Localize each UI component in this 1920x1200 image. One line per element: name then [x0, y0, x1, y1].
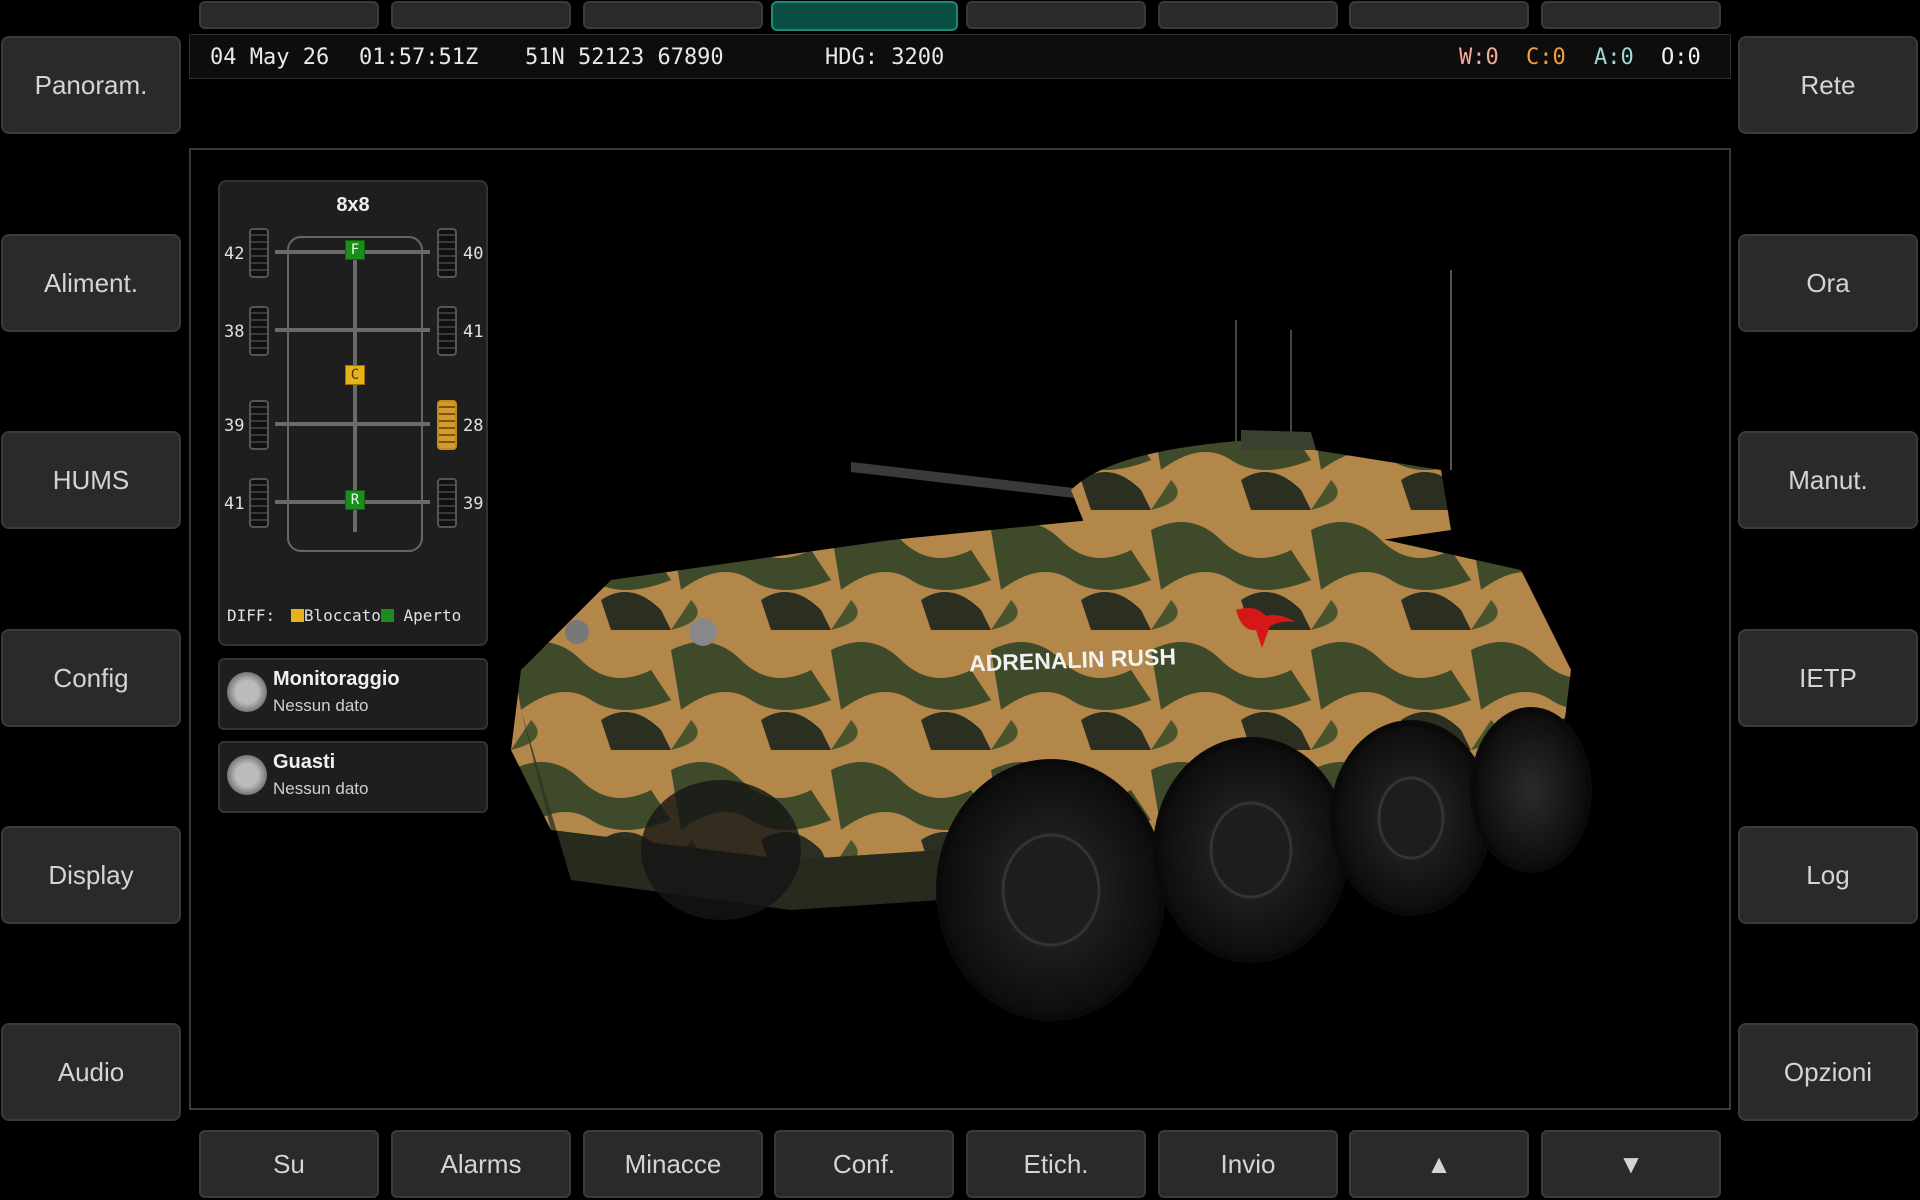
alarms-button[interactable]: Alarms: [391, 1130, 571, 1198]
hums-button[interactable]: HUMS: [1, 431, 181, 529]
labels-button[interactable]: Etich.: [966, 1130, 1146, 1198]
threats-button[interactable]: Minacce: [583, 1130, 763, 1198]
drivetrain-panel: 8x8 42 38 39 41 40 41 28 39 F C R DIFF: …: [218, 180, 488, 646]
date-readout: 04 May 26: [210, 45, 330, 70]
top-tab-1[interactable]: [199, 1, 379, 29]
tyre-right-4: [437, 478, 457, 528]
legend-locked-text: Bloccato: [303, 606, 381, 625]
display-button[interactable]: Display: [1, 826, 181, 924]
top-tab-4-active[interactable]: [771, 1, 958, 31]
tyre-pressure-right-1: 40: [463, 244, 484, 264]
log-button[interactable]: Log: [1738, 826, 1918, 924]
options-button[interactable]: Opzioni: [1738, 1023, 1918, 1121]
time-button[interactable]: Ora: [1738, 234, 1918, 332]
tyre-right-3-warning: [437, 400, 457, 450]
tyre-pressure-right-2: 41: [463, 322, 484, 342]
top-tab-6[interactable]: [1158, 1, 1338, 29]
monitoring-card[interactable]: Monitoraggio Nessun dato: [218, 658, 488, 730]
tyre-pressure-left-1: 42: [224, 244, 245, 264]
axle-2: [275, 328, 430, 332]
tyre-left-1: [249, 228, 269, 278]
faults-status-led: [227, 755, 267, 795]
tyre-left-2: [249, 306, 269, 356]
send-button[interactable]: Invio: [1158, 1130, 1338, 1198]
audio-button[interactable]: Audio: [1, 1023, 181, 1121]
panoramic-button[interactable]: Panoram.: [1, 36, 181, 134]
arrow-up-button[interactable]: ▲: [1349, 1130, 1529, 1198]
tyre-right-2: [437, 306, 457, 356]
maintenance-button[interactable]: Manut.: [1738, 431, 1918, 529]
center-diff-indicator: C: [345, 365, 365, 385]
up-button[interactable]: Su: [199, 1130, 379, 1198]
monitoring-title: Monitoraggio: [273, 668, 400, 690]
rear-diff-indicator: R: [345, 490, 365, 510]
open-swatch: [380, 609, 394, 622]
tyre-pressure-right-4: 39: [463, 494, 484, 514]
legend-open-text: Aperto: [403, 606, 462, 625]
faults-status: Nessun dato: [273, 779, 369, 798]
top-tab-3[interactable]: [583, 1, 763, 29]
driveshaft: [353, 242, 357, 532]
warning-counter: W:0: [1459, 45, 1499, 70]
axle-3: [275, 422, 430, 426]
tyre-right-1: [437, 228, 457, 278]
front-diff-indicator: F: [345, 240, 365, 260]
drivetrain-title: 8x8: [336, 194, 370, 216]
grid-position-readout: 51N 52123 67890: [525, 45, 724, 70]
arrow-down-button[interactable]: ▼: [1541, 1130, 1721, 1198]
conf-button[interactable]: Conf.: [774, 1130, 954, 1198]
locked-swatch: [290, 609, 304, 622]
tyre-pressure-right-3: 28: [463, 416, 484, 436]
top-tab-7[interactable]: [1349, 1, 1529, 29]
faults-title: Guasti: [273, 751, 336, 773]
tyre-left-4: [249, 478, 269, 528]
top-tab-5[interactable]: [966, 1, 1146, 29]
caution-counter: C:0: [1526, 45, 1566, 70]
diff-legend: DIFF: Bloccato Aperto: [227, 606, 461, 625]
monitoring-status: Nessun dato: [273, 696, 369, 715]
tyre-left-3: [249, 400, 269, 450]
network-button[interactable]: Rete: [1738, 36, 1918, 134]
status-bar: 04 May 26 01:57:51Z 51N 52123 67890 HDG:…: [189, 34, 1731, 79]
power-button[interactable]: Aliment.: [1, 234, 181, 332]
other-counter: O:0: [1661, 45, 1701, 70]
top-tab-8[interactable]: [1541, 1, 1721, 29]
tyre-pressure-left-2: 38: [224, 322, 245, 342]
time-readout: 01:57:51Z: [359, 45, 479, 70]
tyre-pressure-left-4: 41: [224, 494, 245, 514]
diff-legend-label: DIFF:: [227, 606, 276, 625]
ietp-button[interactable]: IETP: [1738, 629, 1918, 727]
faults-card[interactable]: Guasti Nessun dato: [218, 741, 488, 813]
top-tab-2[interactable]: [391, 1, 571, 29]
monitoring-status-led: [227, 672, 267, 712]
tyre-pressure-left-3: 39: [224, 416, 245, 436]
heading-readout: HDG: 3200: [825, 45, 945, 70]
advisory-counter: A:0: [1594, 45, 1634, 70]
config-button[interactable]: Config: [1, 629, 181, 727]
